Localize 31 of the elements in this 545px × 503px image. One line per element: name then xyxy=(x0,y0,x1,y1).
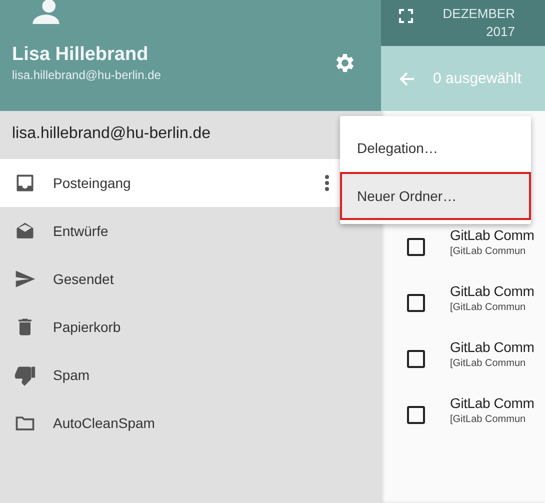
checkbox[interactable] xyxy=(407,350,425,368)
user-name: Lisa Hillebrand xyxy=(12,44,150,66)
message-subject: [GitLab Commun xyxy=(450,358,527,369)
checkbox[interactable] xyxy=(407,406,425,424)
year-label: 2017 xyxy=(486,23,515,41)
message-sender[interactable]: GitLab Comm xyxy=(450,339,534,355)
folder-item[interactable]: Posteingang xyxy=(0,159,340,207)
person-icon xyxy=(30,0,62,24)
user-email: lisa.hillebrand@hu-berlin.de xyxy=(12,68,161,82)
message-subject: [GitLab Commun xyxy=(450,302,527,313)
menu-item[interactable]: Neuer Ordner… xyxy=(340,172,531,220)
message-subject: [GitLab Commun xyxy=(450,414,527,425)
checkbox[interactable] xyxy=(407,294,425,312)
send-icon xyxy=(14,268,36,290)
message-subject: [GitLab Commun xyxy=(450,246,527,257)
folder-item[interactable]: Entwürfe xyxy=(0,207,340,255)
thumbs-down-icon xyxy=(14,364,36,386)
message-sender[interactable]: GitLab Comm xyxy=(450,227,534,243)
menu-item[interactable]: Delegation… xyxy=(340,124,531,172)
folder-item[interactable]: Papierkorb xyxy=(0,303,340,351)
checkbox[interactable] xyxy=(407,238,425,256)
inbox-icon xyxy=(14,172,36,194)
folder-item[interactable]: Gesendet xyxy=(0,255,340,303)
month-label: DEZEMBER xyxy=(442,5,515,23)
fullscreen-icon[interactable] xyxy=(399,9,413,23)
folder-item[interactable]: Spam xyxy=(0,351,340,399)
message-sender[interactable]: GitLab Comm xyxy=(450,283,534,299)
more-icon[interactable] xyxy=(325,175,329,191)
selection-count: 0 ausgewählt xyxy=(433,70,522,87)
message-sender[interactable]: GitLab Comm xyxy=(450,395,534,411)
folder-item[interactable]: AutoCleanSpam xyxy=(0,399,340,447)
